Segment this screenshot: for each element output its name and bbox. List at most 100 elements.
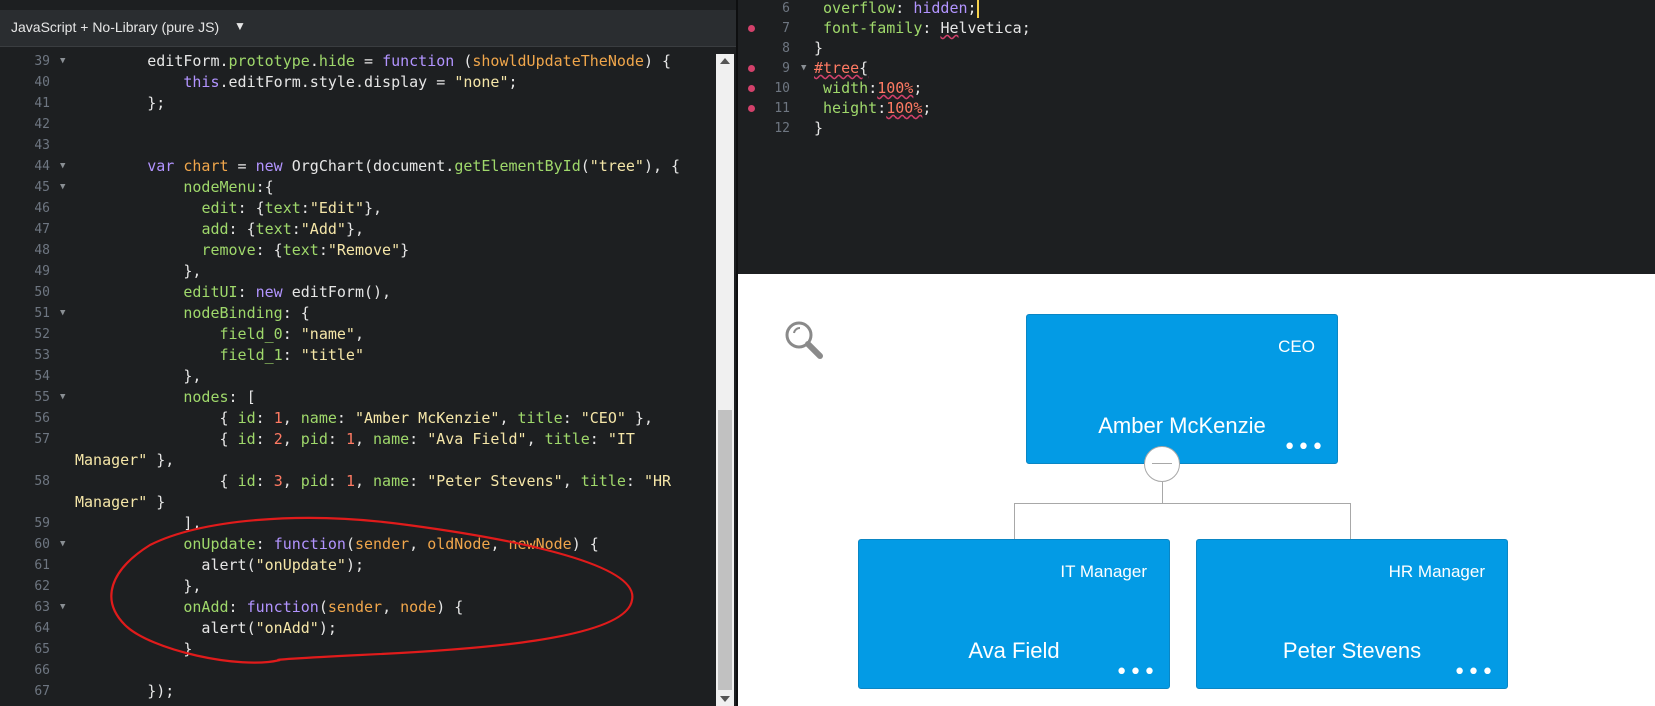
js-code-line[interactable]: 53 field_1: "title": [0, 345, 712, 366]
node-menu-icon[interactable]: •••: [1283, 437, 1325, 459]
code-token: 100%: [877, 79, 914, 97]
minus-icon: [1152, 463, 1172, 464]
js-code-line[interactable]: 50 editUI: new editForm(),: [0, 282, 712, 303]
code-token: text: [255, 220, 292, 238]
code-token: }: [147, 493, 166, 511]
js-code-line[interactable]: 66: [0, 660, 712, 681]
js-code-line[interactable]: 47 add: {text:"Add"},: [0, 219, 712, 240]
vertical-scrollbar[interactable]: [716, 54, 734, 706]
js-code-line[interactable]: 42: [0, 114, 712, 135]
line-number: 60: [34, 537, 50, 552]
js-code-line[interactable]: 58 { id: 3, pid: 1, name: "Peter Stevens…: [0, 471, 712, 492]
org-node-child[interactable]: HR Manager Peter Stevens •••: [1196, 539, 1508, 689]
error-marker-icon[interactable]: [748, 85, 755, 92]
fold-arrow-icon[interactable]: ▼: [60, 156, 65, 177]
js-code-line[interactable]: 51 ▼ nodeBinding: {: [0, 303, 712, 324]
css-code-line[interactable]: 12}: [738, 118, 1655, 139]
js-code-line[interactable]: 46 edit: {text:"Edit"},: [0, 198, 712, 219]
org-node-child[interactable]: IT Manager Ava Field •••: [858, 539, 1170, 689]
js-code-line[interactable]: 56 { id: 1, name: "Amber McKenzie", titl…: [0, 408, 712, 429]
js-code-line[interactable]: 61 alert("onUpdate");: [0, 555, 712, 576]
code-token: editUI: [183, 283, 238, 301]
scroll-up-icon[interactable]: [720, 58, 730, 64]
code-text: nodeMenu:{: [75, 177, 273, 198]
js-code-line[interactable]: 67 });: [0, 681, 712, 702]
collapse-button[interactable]: [1144, 446, 1180, 482]
js-code-line[interactable]: 49 },: [0, 261, 712, 282]
css-code-line[interactable]: 11 height:100%;: [738, 98, 1655, 119]
js-editor-panel[interactable]: JavaScript + No-Library (pure JS) ▼ 39 ▼ …: [0, 0, 736, 706]
error-marker-icon[interactable]: [748, 105, 755, 112]
code-token: ],: [75, 514, 202, 532]
code-text: font-family: Helvetica;: [814, 18, 1031, 39]
line-number: 65: [34, 642, 50, 657]
js-code-line[interactable]: 45 ▼ nodeMenu:{: [0, 177, 712, 198]
css-code-line[interactable]: 6 overflow: hidden;: [738, 0, 1655, 19]
code-token: function: [382, 52, 455, 70]
search-icon[interactable]: [782, 318, 826, 362]
code-token: OrgChart(document.: [282, 157, 455, 175]
code-text: onUpdate: function(sender, oldNode, newN…: [75, 534, 598, 555]
css-code-line[interactable]: 9 ▼ #tree{: [738, 58, 1655, 79]
js-code-line[interactable]: 62 },: [0, 576, 712, 597]
fold-arrow-icon[interactable]: ▼: [60, 51, 65, 72]
fold-arrow-icon[interactable]: ▼: [60, 303, 65, 324]
code-text: width:100%;: [814, 78, 922, 99]
js-code-line[interactable]: 41 };: [0, 93, 712, 114]
code-text: nodeBinding: {: [75, 303, 309, 324]
fold-arrow-icon[interactable]: ▼: [801, 58, 806, 79]
js-code-line[interactable]: 40 this.editForm.style.display = "none";: [0, 72, 712, 93]
code-token: Manager": [75, 493, 148, 511]
css-editor-panel[interactable]: 6 overflow: hidden; 7 font-family: Helvet…: [738, 0, 1655, 274]
css-code-line[interactable]: 10 width:100%;: [738, 78, 1655, 99]
js-code-line[interactable]: 43: [0, 135, 712, 156]
fold-arrow-icon[interactable]: ▼: [60, 597, 65, 618]
js-code-line[interactable]: 55 ▼ nodes: [: [0, 387, 712, 408]
js-code-line[interactable]: 63 ▼ onAdd: function(sender, node) {: [0, 597, 712, 618]
code-token: id: [237, 472, 256, 490]
fold-arrow-icon[interactable]: ▼: [60, 387, 65, 408]
js-code-line[interactable]: 59 ],: [0, 513, 712, 534]
js-code-line[interactable]: 64 alert("onAdd");: [0, 618, 712, 639]
js-code-line[interactable]: 60 ▼ onUpdate: function(sender, oldNode, …: [0, 534, 712, 555]
css-code-line[interactable]: 7 font-family: Helvetica;: [738, 18, 1655, 39]
org-node-root[interactable]: CEO Amber McKenzie •••: [1026, 314, 1338, 464]
line-number: 46: [34, 201, 50, 216]
js-code-line[interactable]: 57 { id: 2, pid: 1, name: "Ava Field", t…: [0, 429, 712, 450]
chevron-down-icon[interactable]: ▼: [234, 19, 246, 33]
js-code-line[interactable]: 48 remove: {text:"Remove"}: [0, 240, 712, 261]
js-code-line[interactable]: 65 }: [0, 639, 712, 660]
node-menu-icon[interactable]: •••: [1115, 662, 1157, 684]
js-code-line[interactable]: Manager" },: [0, 450, 712, 471]
line-number: 52: [34, 327, 50, 342]
code-text: Manager" },: [75, 450, 174, 471]
code-token: ;: [508, 73, 518, 91]
code-token: nodeMenu: [183, 178, 256, 196]
node-menu-icon[interactable]: •••: [1453, 662, 1495, 684]
code-token: height: [823, 99, 878, 117]
code-token: (: [318, 598, 328, 616]
code-token: }: [400, 241, 410, 259]
code-token: "onUpdate": [255, 556, 346, 574]
result-preview-panel[interactable]: CEO Amber McKenzie ••• IT Manager Ava Fi…: [738, 274, 1655, 706]
css-code-line[interactable]: 8}: [738, 38, 1655, 59]
js-code-line[interactable]: 44 ▼ var chart = new OrgChart(document.ge…: [0, 156, 712, 177]
code-token: name: [373, 430, 410, 448]
code-token: (: [345, 535, 355, 553]
error-marker-icon[interactable]: [748, 25, 755, 32]
scrollbar-thumb[interactable]: [718, 410, 732, 690]
fold-arrow-icon[interactable]: ▼: [60, 177, 65, 198]
js-code-line[interactable]: 54 },: [0, 366, 712, 387]
js-code-line[interactable]: 39 ▼ editForm.prototype.hide = function (…: [0, 51, 712, 72]
scroll-down-icon[interactable]: [720, 696, 730, 702]
js-language-selector[interactable]: JavaScript + No-Library (pure JS) ▼: [0, 10, 736, 47]
js-code-line[interactable]: 52 field_0: "name",: [0, 324, 712, 345]
error-marker-icon[interactable]: [748, 65, 755, 72]
fold-arrow-icon[interactable]: ▼: [60, 534, 65, 555]
js-code-line[interactable]: Manager" }: [0, 492, 712, 513]
